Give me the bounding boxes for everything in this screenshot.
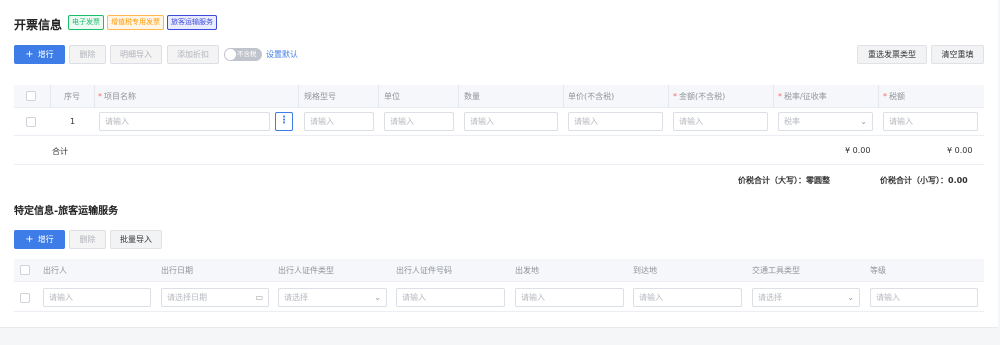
chevron-down-icon: ⌄ (374, 293, 381, 302)
special-section-title: 特定信息-旅客运输服务 (14, 206, 119, 217)
special-add-row-button[interactable]: + 增行 (14, 230, 65, 249)
reselect-invoice-type-button[interactable]: 重选发票类型 (857, 45, 927, 64)
col-unit: 单位 (384, 92, 400, 101)
calendar-icon: ▭ (255, 293, 263, 302)
total-lower-case: 价税合计（小写）：0.00 (880, 176, 968, 185)
col-unit-price: 单价(不含税) (568, 92, 615, 101)
total-row: 合计 ¥ 0.00 ¥ 0.00 (14, 137, 984, 165)
col-departure: 出发地 (515, 266, 539, 275)
row-checkbox[interactable] (20, 293, 30, 303)
total-amount: ¥ 0.00 (845, 146, 871, 155)
col-spec: 规格型号 (304, 92, 336, 101)
col-id-number: 出行人证件号码 (396, 266, 452, 275)
col-quantity: 数量 (464, 92, 480, 101)
table-row: 请输入 请选择日期 ▭ 请选择 ⌄ 请输入 请输入 请输入 请选择 ⌄ 请输入 (14, 283, 984, 312)
col-traveler: 出行人 (43, 266, 67, 275)
departure-input[interactable]: 请输入 (515, 288, 624, 307)
delete-row-button[interactable]: 删除 (69, 45, 106, 64)
col-item-name: * 项目名称 (98, 92, 136, 101)
quantity-input[interactable]: 请输入 (464, 112, 558, 131)
toggle-knob (225, 49, 236, 60)
section-title: 开票信息 (14, 18, 63, 32)
table-row: 1 请输入 ⋮ 请输入 请输入 请输入 请输入 请输入 税率 ⌄ 请输入 (14, 108, 984, 136)
total-upper-case: 价税合计（大写）：零圆整 (738, 176, 830, 185)
plus-icon: + (25, 234, 34, 245)
col-tax-rate: * 税率/征收率 (778, 92, 827, 101)
row-checkbox[interactable] (26, 117, 36, 127)
class-input[interactable]: 请输入 (870, 288, 978, 307)
invoice-panel: 开票信息 电子发票 增值税专用发票 旅客运输服务 + 增行 删除 明细导入 添加折… (0, 0, 998, 328)
col-amount: * 金额(不含税) (673, 92, 726, 101)
special-delete-button[interactable]: 删除 (69, 230, 106, 249)
more-options-icon[interactable]: ⋮ (275, 112, 293, 131)
traveler-input[interactable]: 请输入 (43, 288, 151, 307)
spec-input[interactable]: 请输入 (304, 112, 374, 131)
total-label: 合计 (52, 147, 68, 156)
arrival-input[interactable]: 请输入 (633, 288, 742, 307)
select-all-checkbox[interactable] (20, 265, 30, 275)
item-name-input[interactable]: 请输入 (99, 112, 270, 131)
id-type-select[interactable]: 请选择 ⌄ (278, 288, 387, 307)
chevron-down-icon: ⌄ (860, 117, 867, 126)
col-tax: * 税额 (883, 92, 905, 101)
col-id-type: 出行人证件类型 (278, 266, 334, 275)
row-index: 1 (70, 117, 76, 126)
unit-input[interactable]: 请输入 (384, 112, 454, 131)
clear-refill-button[interactable]: 清空重填 (931, 45, 984, 64)
col-travel-date: 出行日期 (161, 266, 193, 275)
total-tax: ¥ 0.00 (947, 146, 973, 155)
tax-input[interactable]: 请输入 (883, 112, 978, 131)
col-class: 等级 (870, 266, 886, 275)
passenger-table-header: 出行人 出行日期 出行人证件类型 出行人证件号码 出发地 到达地 交通工具类型 … (14, 259, 984, 282)
tag-passenger-transport: 旅客运输服务 (167, 15, 217, 30)
col-index: 序号 (64, 92, 80, 101)
tag-electronic-invoice: 电子发票 (68, 15, 104, 30)
batch-import-button[interactable]: 批量导入 (110, 230, 162, 249)
amount-input[interactable]: 请输入 (673, 112, 768, 131)
unit-price-input[interactable]: 请输入 (568, 112, 663, 131)
import-detail-button[interactable]: 明细导入 (110, 45, 162, 64)
add-row-button[interactable]: + 增行 (14, 45, 65, 64)
id-number-input[interactable]: 请输入 (396, 288, 505, 307)
col-vehicle-type: 交通工具类型 (752, 266, 800, 275)
add-discount-button[interactable]: 添加折扣 (167, 45, 219, 64)
col-arrival: 到达地 (633, 266, 657, 275)
tag-vat-special-invoice: 增值税专用发票 (107, 15, 164, 30)
select-all-checkbox[interactable] (26, 91, 36, 101)
chevron-down-icon: ⌄ (847, 293, 854, 302)
plus-icon: + (25, 49, 34, 60)
travel-date-picker[interactable]: 请选择日期 ▭ (161, 288, 269, 307)
items-table-header: 序号 * 项目名称 规格型号 单位 数量 单价(不含税) * 金额(不含税) * 税率… (14, 85, 984, 108)
tax-inclusive-toggle[interactable]: 不含税 (224, 48, 262, 61)
tax-rate-select[interactable]: 税率 ⌄ (778, 112, 873, 131)
vehicle-type-select[interactable]: 请选择 ⌄ (752, 288, 860, 307)
set-default-link[interactable]: 设置默认 (266, 49, 298, 60)
